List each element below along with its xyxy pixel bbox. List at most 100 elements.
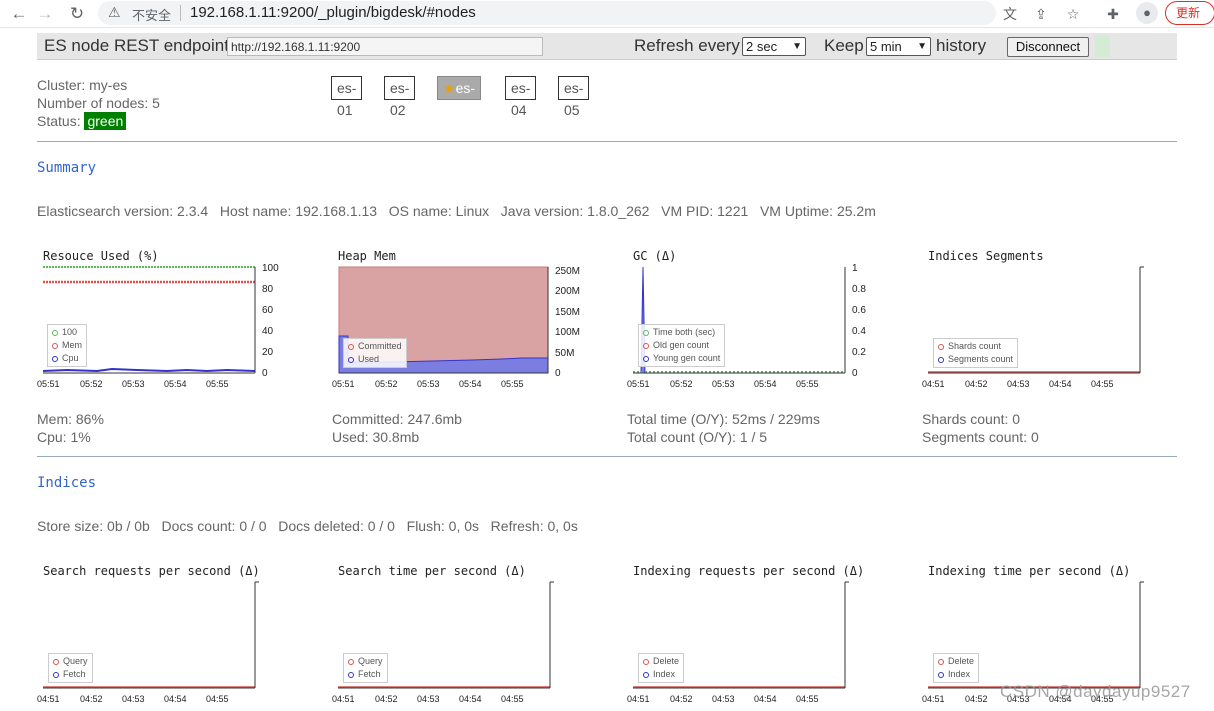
legend-label: Query <box>63 656 88 666</box>
legend-label: Index <box>653 669 676 679</box>
x-tick: 04:53 <box>122 694 145 704</box>
update-button[interactable]: 更新 <box>1165 1 1214 25</box>
legend-item: Index <box>643 668 679 681</box>
search-requests-plot: 04:51 04:52 04:53 04:54 04:55 <box>37 581 259 704</box>
indexing-requests-plot: 04:51 04:52 04:53 04:54 04:55 <box>627 581 849 704</box>
x-tick: 05:54 <box>754 379 777 389</box>
endpoint-input[interactable] <box>227 37 543 56</box>
profile-avatar-icon[interactable]: ● <box>1136 2 1158 24</box>
legend-dot-icon <box>938 671 944 678</box>
endpoint-label: ES node REST endpoint <box>44 36 229 55</box>
legend-label: Index <box>948 669 971 679</box>
legend-label: Delete <box>653 656 680 666</box>
legend-label: Time both (sec) <box>653 327 716 337</box>
legend-item: 100 <box>52 326 82 339</box>
y-tick: 0.2 <box>852 347 866 358</box>
x-tick: 05:52 <box>80 379 103 389</box>
reload-icon[interactable]: ↻ <box>66 3 88 25</box>
legend-item: Delete <box>643 655 679 668</box>
x-tick: 04:55 <box>796 694 819 704</box>
y-tick: 200M <box>555 286 580 297</box>
legend-label: Shards count <box>948 341 1002 351</box>
legend-label: 100 <box>62 327 78 337</box>
address-bar[interactable]: ⚠ 不安全 192.168.1.11:9200/_plugin/bigdesk/… <box>98 1 996 25</box>
legend-item: Fetch <box>348 668 383 681</box>
legend-dot-icon <box>643 355 649 362</box>
legend-item: Mem <box>52 339 82 352</box>
translate-icon[interactable]: 文 <box>1000 4 1020 24</box>
cluster-name: Cluster: my-es <box>37 77 128 93</box>
node-count: Number of nodes: 5 <box>37 95 160 111</box>
summary-heading[interactable]: Summary <box>37 160 96 176</box>
search-time-plot: 04:51 04:52 04:53 04:54 04:55 <box>332 581 554 704</box>
legend-label: Delete <box>948 656 975 666</box>
divider <box>180 5 181 21</box>
node-button-es-04[interactable]: es-04 <box>505 76 537 118</box>
y-tick: 40 <box>262 326 274 337</box>
back-arrow-icon[interactable]: ← <box>8 3 30 25</box>
resource-used-chart: Resouce Used (%) 100 80 60 40 20 0 05:51… <box>37 249 297 394</box>
url-text[interactable]: 192.168.1.11:9200/_plugin/bigdesk/#nodes <box>190 4 476 21</box>
x-tick: 04:54 <box>754 694 777 704</box>
search-requests-chart: Search requests per second (Δ) 04:51 04:… <box>37 564 297 709</box>
legend-dot-icon <box>53 658 59 665</box>
x-tick: 04:52 <box>965 694 988 704</box>
x-tick: 04:55 <box>501 694 524 704</box>
x-tick: 05:52 <box>670 379 693 389</box>
y-tick: 50M <box>555 348 574 359</box>
y-tick: 0 <box>262 368 268 379</box>
x-tick: 05:51 <box>332 379 355 389</box>
legend-label: Mem <box>62 340 82 350</box>
legend-dot-icon <box>348 671 354 678</box>
y-tick: 80 <box>262 284 274 295</box>
chevron-down-icon: ▼ <box>917 41 927 52</box>
legend-item: Delete <box>938 655 974 668</box>
x-tick: 05:54 <box>459 379 482 389</box>
indices-segments-plot: 04:51 04:52 04:53 04:54 04:55 <box>922 266 1144 389</box>
indices-info: Store size: 0b / 0b Docs count: 0 / 0 Do… <box>37 518 578 534</box>
y-tick: 0.8 <box>852 284 866 295</box>
legend-label: Young gen count <box>653 353 721 363</box>
legend-dot-icon <box>643 329 649 336</box>
extensions-icon[interactable]: ✚ <box>1103 4 1123 24</box>
share-icon[interactable]: ⇪ <box>1031 4 1051 24</box>
y-tick: 60 <box>262 305 274 316</box>
legend-item: Cpu <box>52 352 82 365</box>
forward-arrow-icon[interactable]: → <box>34 3 56 25</box>
x-tick: 04:52 <box>375 694 398 704</box>
node-button-es-05[interactable]: es-05 <box>558 76 590 118</box>
bookmark-star-icon[interactable]: ☆ <box>1063 4 1083 24</box>
refresh-label: Refresh every <box>634 36 740 55</box>
insecure-label: 不安全 <box>132 8 172 23</box>
x-tick: 04:54 <box>164 694 187 704</box>
node-button-es-01[interactable]: es-01 <box>331 76 363 118</box>
y-tick: 0 <box>852 368 858 379</box>
history-length-select[interactable]: 5 min ▼ <box>866 37 931 56</box>
chart-legend: Shards count Segments count <box>933 338 1019 368</box>
legend-dot-icon <box>938 658 944 665</box>
refresh-interval-select[interactable]: 2 sec ▼ <box>742 37 806 56</box>
legend-item: Young gen count <box>643 352 720 365</box>
used-stat: Used: 30.8mb <box>332 429 420 445</box>
indices-segments-chart: Indices Segments 04:51 04:52 04:53 04:54… <box>922 249 1182 394</box>
legend-item: Committed <box>348 340 402 353</box>
y-tick: 0 <box>555 368 561 379</box>
keep-label: Keep <box>824 36 864 55</box>
legend-label: Fetch <box>358 669 381 679</box>
node-button-es-02[interactable]: es-02 <box>384 76 416 118</box>
x-tick: 05:51 <box>627 379 650 389</box>
node-button-es-03[interactable]: ★es-03 <box>437 76 482 118</box>
connection-status-indicator <box>1095 35 1110 57</box>
disconnect-button[interactable]: Disconnect <box>1007 37 1089 57</box>
indices-heading[interactable]: Indices <box>37 475 96 491</box>
chart-legend: Delete Index <box>933 653 980 683</box>
segments-count-stat: Segments count: 0 <box>922 429 1039 445</box>
x-tick: 04:52 <box>965 379 988 389</box>
x-tick: 04:54 <box>459 694 482 704</box>
cpu-stat: Cpu: 1% <box>37 429 91 445</box>
x-tick: 04:54 <box>1049 379 1072 389</box>
chart-legend: Committed Used <box>343 338 407 368</box>
x-tick: 04:55 <box>1091 379 1114 389</box>
legend-item: Query <box>348 655 383 668</box>
x-tick: 05:53 <box>122 379 145 389</box>
